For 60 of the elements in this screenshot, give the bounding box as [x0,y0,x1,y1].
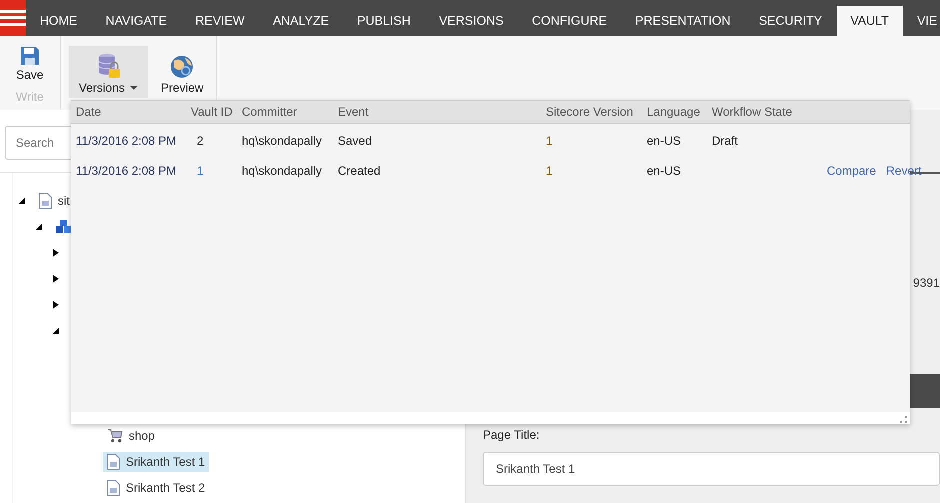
table-cell: Draft [712,134,738,148]
tree-item[interactable]: sit [35,191,74,211]
column-header: Vault ID [190,105,234,119]
document-icon [107,480,120,496]
column-header: Event [337,105,370,119]
table-cell: 2 [197,134,204,148]
table-cell: Saved [338,134,372,148]
expander-icon[interactable] [52,249,60,257]
expander-icon[interactable] [52,275,60,283]
ribbon-button[interactable]: Save [16,42,44,86]
ribbon-tab[interactable]: VAULT [836,6,904,36]
table-cell: Created [338,164,381,178]
cubes-icon [56,220,72,234]
table-cell: hq\skondapally [242,134,322,148]
ribbon-tab[interactable]: CONFIGURE [518,6,622,36]
field-value: 9391 [913,276,940,290]
globe-icon [170,55,194,79]
ribbon-tab[interactable]: VIE [903,6,940,36]
expander-icon[interactable] [52,301,60,309]
table-cell: 1 [197,164,204,178]
group-label: Write [16,90,44,104]
tree-item[interactable]: shop [103,426,160,446]
table-cell: 1 [546,134,553,148]
ribbon-tab[interactable]: NAVIGATE [92,6,182,36]
column-header: Date [75,105,102,119]
ribbon-button[interactable]: Preview [157,46,208,98]
tree-item[interactable]: Srikanth Test 1 [103,452,210,472]
table-cell: 11/3/2016 2:08 PM [76,134,177,148]
resize-grip-icon[interactable] [900,416,907,423]
action-link[interactable]: Revert [886,164,922,178]
table-cell: 11/3/2016 2:08 PM [76,164,177,178]
column-header: Workflow State [711,105,794,119]
table-cell: hq\skondapally [242,164,322,178]
column-header: Language [646,105,702,119]
cart-icon [107,428,123,444]
table-cell: en-US [647,134,682,148]
column-header: Committer [241,105,298,119]
menu-button[interactable] [0,0,26,36]
ribbon-tab[interactable]: VERSIONS [425,6,518,36]
ribbon-tab[interactable]: SECURITY [745,6,836,36]
database-lock-icon [96,53,121,79]
action-link[interactable]: Compare [827,164,876,178]
document-icon [39,193,52,209]
ribbon-tab[interactable]: PUBLISH [343,6,425,36]
expander-icon[interactable] [52,327,60,335]
ribbon-tab[interactable]: REVIEW [181,6,259,36]
table-cell: 1 [546,164,553,178]
ribbon-tab[interactable]: ANALYZE [259,6,344,36]
ribbon-button[interactable]: Versions [69,46,148,98]
page-title-field[interactable]: Srikanth Test 1 [483,452,940,486]
tree-item[interactable]: Srikanth Test 2 [103,478,210,498]
ribbon-tab[interactable]: PRESENTATION [621,6,745,36]
expander-icon[interactable] [18,197,26,205]
expander-icon[interactable] [35,223,43,231]
field-label: Page Title: [483,428,541,442]
table-cell: en-US [647,164,682,178]
column-header: Sitecore Version [545,105,634,119]
document-icon [107,454,120,470]
ribbon-tab[interactable]: HOME [26,6,92,36]
menu-icon [0,10,26,26]
